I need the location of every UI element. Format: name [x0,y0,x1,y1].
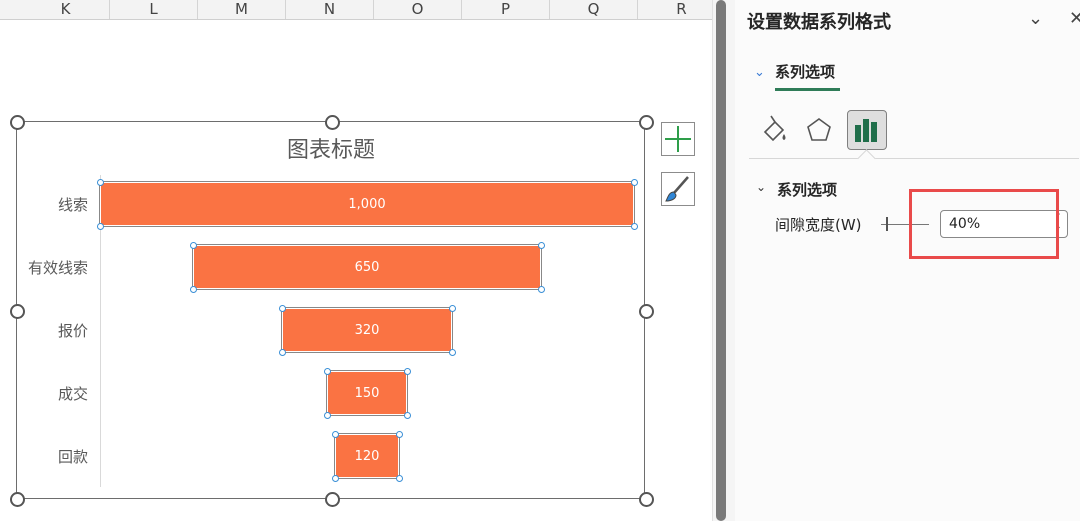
resize-handle[interactable] [639,115,654,130]
data-label[interactable]: 150 [355,386,380,401]
plus-icon [665,126,691,152]
resize-handle[interactable] [325,492,340,507]
close-icon[interactable]: ✕ [1069,8,1080,29]
selection-point[interactable] [404,412,412,419]
highlight-annotation [909,189,1059,259]
selection-point[interactable] [331,475,339,482]
category-label[interactable]: 线索 [0,194,88,215]
pane-title: 设置数据系列格式 [747,12,891,33]
resize-handle[interactable] [10,304,25,319]
chart-elements-button[interactable] [661,122,695,156]
selection-point[interactable] [97,223,104,230]
selection-point[interactable] [323,368,331,375]
tab-series-options[interactable]: 系列选项 [775,61,835,82]
chevron-down-icon[interactable]: ⌄ [1028,8,1043,29]
selection-point[interactable] [631,179,638,186]
divider [749,158,1079,159]
fill-line-tab[interactable] [753,110,793,150]
chevron-down-icon[interactable]: ⌄ [754,65,765,80]
column-header-row: K L M N O P Q R [0,0,712,20]
column-header[interactable]: O [374,0,462,19]
column-header[interactable]: L [110,0,198,19]
selection-point[interactable] [278,349,286,356]
selection-point[interactable] [396,431,404,438]
format-data-series-pane: 设置数据系列格式 ⌄ ✕ ⌄ 系列选项 ⌄ 系列选项 间隙宽度(W) ⌃⌄ [735,0,1080,521]
selection-point[interactable] [396,475,404,482]
section-header-series-options[interactable]: 系列选项 [777,179,837,200]
resize-handle[interactable] [325,115,340,130]
column-header[interactable]: R [638,0,712,19]
selection-point[interactable] [278,305,286,312]
column-header[interactable]: Q [550,0,638,19]
selection-point[interactable] [631,223,638,230]
brush-icon [665,176,689,202]
spreadsheet-area[interactable]: K L M N O P Q R 图表标题 1,000 线索 650 有效线索 320 报价… [0,0,712,521]
funnel-bar[interactable]: 1,000 [99,181,635,227]
funnel-bar[interactable]: 650 [192,244,542,290]
selection-point[interactable] [537,242,545,249]
effects-pentagon-icon [807,118,831,141]
resize-handle[interactable] [639,492,654,507]
chart-title[interactable]: 图表标题 [200,132,462,164]
data-label[interactable]: 120 [355,449,380,464]
column-header[interactable]: M [198,0,286,19]
vertical-scrollbar-thumb[interactable] [716,0,726,521]
tab-pointer [857,149,876,168]
data-label[interactable]: 320 [355,323,380,338]
selection-point[interactable] [537,286,545,293]
data-label[interactable]: 650 [355,260,380,275]
chart-styles-button[interactable] [661,172,695,206]
resize-handle[interactable] [10,492,25,507]
selection-point[interactable] [97,179,104,186]
series-options-tab[interactable] [847,110,887,150]
category-label[interactable]: 有效线索 [0,257,88,278]
effects-tab[interactable] [799,110,839,150]
category-label[interactable]: 回款 [0,446,88,467]
resize-handle[interactable] [10,115,25,130]
gap-width-slider-thumb[interactable] [886,217,888,231]
resize-handle[interactable] [639,304,654,319]
category-label[interactable]: 成交 [0,383,88,404]
data-label[interactable]: 1,000 [348,197,385,212]
selection-point[interactable] [331,431,339,438]
gap-width-label: 间隙宽度(W) [775,216,862,234]
column-header[interactable]: K [22,0,110,19]
selection-point[interactable] [404,368,412,375]
funnel-bar[interactable]: 150 [325,370,409,416]
funnel-bar[interactable]: 320 [280,307,454,353]
column-header[interactable]: P [462,0,550,19]
fill-line-icon [763,115,786,142]
selection-point[interactable] [323,412,331,419]
column-header[interactable]: N [286,0,374,19]
series-options-bar-icon [855,119,877,142]
category-label[interactable]: 报价 [0,320,88,341]
funnel-bar[interactable]: 120 [333,433,401,479]
chevron-down-icon[interactable]: ⌄ [756,180,766,194]
active-tab-indicator [775,88,840,91]
